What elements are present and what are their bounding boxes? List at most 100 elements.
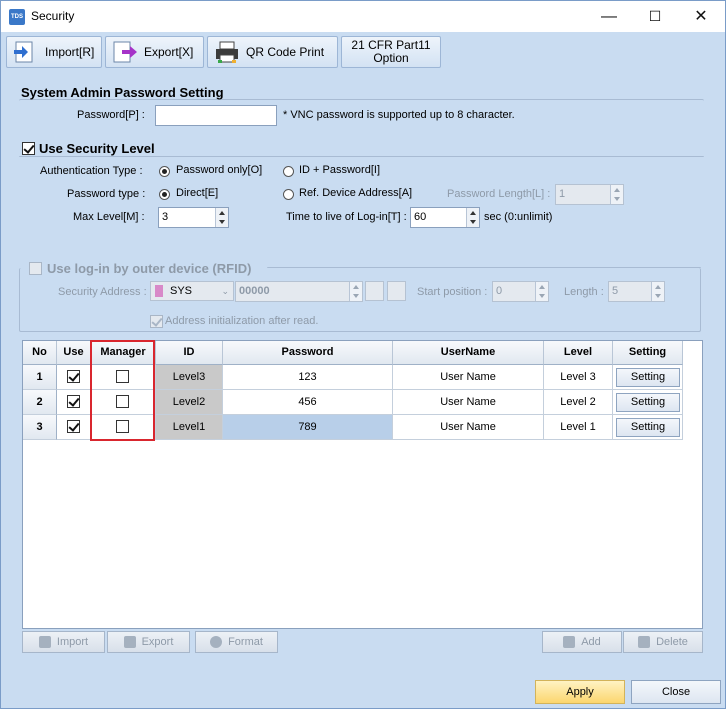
start-position-spinner[interactable]: 0 bbox=[492, 281, 549, 302]
import-button[interactable]: Import[R] bbox=[6, 36, 102, 68]
use-rfid-login-checkbox[interactable] bbox=[29, 262, 42, 275]
admin-password-input[interactable] bbox=[155, 105, 277, 126]
setting-cell: Setting bbox=[613, 390, 683, 415]
qr-code-print-label: QR Code Print bbox=[246, 45, 325, 59]
device-icon bbox=[155, 285, 163, 297]
use-cell bbox=[57, 365, 91, 390]
setting-button[interactable]: Setting bbox=[616, 368, 680, 387]
password-cell-selected[interactable]: 789 bbox=[223, 415, 393, 440]
length-label: Length : bbox=[564, 286, 604, 298]
col-header-username: UserName bbox=[393, 341, 544, 365]
grid-delete-label: Delete bbox=[656, 636, 688, 648]
minimize-button[interactable]: — bbox=[586, 1, 632, 32]
id-cell: Level1 bbox=[156, 415, 223, 440]
start-position-value: 0 bbox=[496, 285, 503, 297]
ttl-value: 60 bbox=[414, 211, 427, 223]
pw-type-direct-radio[interactable] bbox=[159, 189, 170, 200]
username-cell[interactable]: User Name bbox=[393, 390, 544, 415]
auth-id-password-radio[interactable] bbox=[283, 166, 294, 177]
id-cell: Level2 bbox=[156, 390, 223, 415]
import-label: Import[R] bbox=[45, 45, 95, 59]
grid-format-button[interactable]: Format bbox=[195, 631, 278, 653]
ttl-unit-label: sec (0:unlimit) bbox=[484, 211, 553, 223]
setting-button[interactable]: Setting bbox=[616, 418, 680, 437]
pw-type-direct-label: Direct[E] bbox=[176, 187, 219, 199]
setting-cell: Setting bbox=[613, 415, 683, 440]
grid-add-label: Add bbox=[581, 636, 601, 648]
cfr-label-line2: Option bbox=[373, 51, 409, 65]
col-header-no: No bbox=[23, 341, 57, 365]
security-address-label: Security Address : bbox=[58, 286, 147, 298]
password-cell[interactable]: 456 bbox=[223, 390, 393, 415]
length-value: 5 bbox=[612, 285, 619, 297]
password-length-value: 1 bbox=[559, 188, 566, 200]
grid-export-button[interactable]: Export bbox=[107, 631, 190, 653]
maximize-button[interactable]: ☐ bbox=[632, 1, 678, 32]
device-combo[interactable]: SYS ⌄ bbox=[150, 281, 234, 301]
col-header-setting: Setting bbox=[613, 341, 683, 365]
manager-column-highlight bbox=[90, 340, 155, 441]
use-checkbox[interactable] bbox=[67, 420, 80, 433]
max-level-value: 3 bbox=[162, 211, 169, 223]
ttl-spinner[interactable]: 60 bbox=[410, 207, 480, 228]
password-length-spinner[interactable]: 1 bbox=[555, 184, 624, 205]
grid-import-label: Import bbox=[56, 636, 89, 648]
grid-delete-button[interactable]: Delete bbox=[623, 631, 703, 653]
col-header-id: ID bbox=[156, 341, 223, 365]
keypad-icon[interactable] bbox=[387, 281, 406, 301]
window-title: Security bbox=[31, 9, 75, 23]
address-browse-icon[interactable] bbox=[365, 281, 384, 301]
auth-id-password-label: ID + Password[I] bbox=[299, 164, 381, 176]
export-icon bbox=[123, 636, 136, 648]
grid-export-label: Export bbox=[141, 636, 174, 648]
length-spinner[interactable]: 5 bbox=[608, 281, 665, 302]
use-checkbox[interactable] bbox=[67, 395, 80, 408]
auth-password-only-radio[interactable] bbox=[159, 166, 170, 177]
app-icon: TDS bbox=[9, 9, 25, 25]
max-level-spinner[interactable]: 3 bbox=[158, 207, 229, 228]
cfr-part11-option-button[interactable]: 21 CFR Part11 Option bbox=[341, 36, 441, 68]
rfid-title: Use log-in by outer device (RFID) bbox=[47, 261, 252, 276]
use-security-level-checkbox[interactable] bbox=[22, 142, 35, 155]
apply-button[interactable]: Apply bbox=[535, 680, 625, 704]
admin-password-label: Password[P] : bbox=[77, 109, 145, 121]
password-cell[interactable]: 123 bbox=[223, 365, 393, 390]
pw-type-ref-label: Ref. Device Address[A] bbox=[299, 187, 413, 199]
setting-button[interactable]: Setting bbox=[616, 393, 680, 412]
close-button[interactable]: Close bbox=[631, 680, 721, 704]
rfid-divider bbox=[267, 267, 701, 269]
import-icon bbox=[38, 636, 51, 648]
qr-code-print-button[interactable]: QR Code Print bbox=[207, 36, 338, 68]
max-level-label: Max Level[M] : bbox=[73, 211, 145, 223]
grid-import-button[interactable]: Import bbox=[22, 631, 105, 653]
address-init-label: Address initialization after read. bbox=[165, 315, 319, 327]
use-checkbox[interactable] bbox=[67, 370, 80, 383]
close-window-button[interactable]: ✕ bbox=[678, 1, 724, 32]
table-row-no: 3 bbox=[23, 415, 57, 440]
auth-password-only-label: Password only[O] bbox=[176, 164, 263, 176]
password-type-label: Password type : bbox=[67, 188, 146, 200]
delete-icon bbox=[638, 636, 651, 648]
level-cell: Level 2 bbox=[544, 390, 613, 415]
export-button[interactable]: Export[X] bbox=[105, 36, 204, 68]
col-header-password: Password bbox=[223, 341, 393, 365]
device-value: SYS bbox=[170, 285, 193, 297]
start-position-label: Start position : bbox=[417, 286, 488, 298]
address-spinner[interactable]: 00000 bbox=[235, 281, 363, 302]
plus-icon bbox=[563, 636, 576, 648]
setting-cell: Setting bbox=[613, 365, 683, 390]
auth-type-label: Authentication Type : bbox=[40, 165, 143, 177]
col-header-level: Level bbox=[544, 341, 613, 365]
export-label: Export[X] bbox=[144, 45, 194, 59]
grid-add-button[interactable]: Add bbox=[542, 631, 622, 653]
admin-section-title: System Admin Password Setting bbox=[21, 85, 224, 100]
username-cell[interactable]: User Name bbox=[393, 415, 544, 440]
toolbar: Import[R] Export[X] QR Code Print 21 CFR… bbox=[1, 32, 725, 72]
username-cell[interactable]: User Name bbox=[393, 365, 544, 390]
address-value: 00000 bbox=[239, 285, 270, 297]
pw-type-ref-radio[interactable] bbox=[283, 189, 294, 200]
export-icon bbox=[112, 40, 138, 64]
level-cell: Level 1 bbox=[544, 415, 613, 440]
address-init-checkbox[interactable] bbox=[150, 315, 163, 328]
title-bar: TDS Security — ☐ ✕ bbox=[1, 1, 725, 32]
